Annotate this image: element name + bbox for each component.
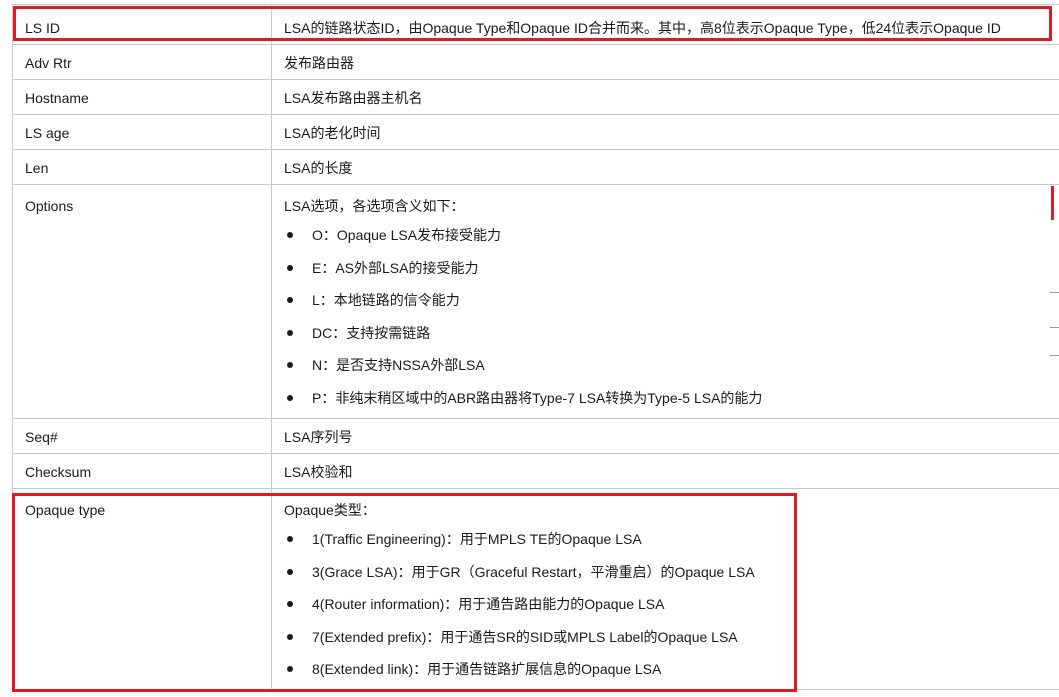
side-tick bbox=[1050, 292, 1059, 293]
table-row: Len LSA的长度 bbox=[12, 149, 1059, 185]
options-list: O：Opaque LSA发布接受能力 E：AS外部LSA的接受能力 L：本地链路… bbox=[284, 219, 1059, 418]
bullet-icon bbox=[287, 232, 293, 238]
field-name: Opaque type bbox=[12, 487, 272, 691]
list-item: DC：支持按需链路 bbox=[284, 317, 1059, 350]
field-name: LS ID bbox=[12, 4, 272, 45]
bullet-icon bbox=[287, 297, 293, 304]
side-tick bbox=[1050, 327, 1059, 328]
list-item-text: 3(Grace LSA)：用于GR（Graceful Restart，平滑重启）… bbox=[312, 563, 755, 580]
table-row: Hostname LSA发布路由器主机名 bbox=[12, 79, 1059, 115]
list-item-text: DC：支持按需链路 bbox=[312, 324, 431, 341]
field-description-table: LS ID LSA的链路状态ID，由Opaque Type和Opaque ID合… bbox=[12, 4, 1059, 691]
list-item: E：AS外部LSA的接受能力 bbox=[284, 252, 1059, 285]
table-row: LS ID LSA的链路状态ID，由Opaque Type和Opaque ID合… bbox=[12, 4, 1059, 45]
table-row: Checksum LSA校验和 bbox=[12, 452, 1059, 489]
field-name: Options bbox=[12, 184, 272, 419]
bullet-icon bbox=[287, 535, 293, 542]
bullet-icon bbox=[287, 666, 293, 673]
opaque-type-list: 1(Traffic Engineering)：用于MPLS TE的Opaque … bbox=[284, 523, 1059, 689]
bullet-icon bbox=[287, 264, 293, 271]
field-description: LSA选项，各选项含义如下： O：Opaque LSA发布接受能力 E：AS外部… bbox=[271, 184, 1059, 419]
field-name: Seq# bbox=[12, 417, 272, 454]
bullet-icon bbox=[287, 633, 293, 640]
field-name: Adv Rtr bbox=[12, 44, 272, 80]
list-item-text: 7(Extended prefix)：用于通告SR的SID或MPLS Label… bbox=[312, 628, 738, 645]
bullet-icon bbox=[287, 362, 293, 369]
list-item: 3(Grace LSA)：用于GR（Graceful Restart，平滑重启）… bbox=[284, 556, 1059, 589]
field-name: Len bbox=[12, 149, 272, 185]
field-name: Checksum bbox=[12, 452, 272, 489]
table-row: Opaque type Opaque类型： 1(Traffic Engineer… bbox=[12, 487, 1059, 691]
list-item-text: P：非纯末稍区域中的ABR路由器将Type-7 LSA转换为Type-5 LSA… bbox=[312, 389, 763, 406]
list-item-text: E：AS外部LSA的接受能力 bbox=[312, 259, 479, 276]
list-item: P：非纯末稍区域中的ABR路由器将Type-7 LSA转换为Type-5 LSA… bbox=[284, 382, 1059, 418]
list-item-text: 8(Extended link)：用于通告链路扩展信息的Opaque LSA bbox=[312, 661, 662, 678]
side-highlight-mark bbox=[1051, 186, 1054, 220]
field-description: LSA序列号 bbox=[271, 417, 1059, 454]
list-item: 8(Extended link)：用于通告链路扩展信息的Opaque LSA bbox=[284, 653, 1059, 688]
list-item-text: L：本地链路的信令能力 bbox=[312, 292, 460, 309]
field-description: LSA发布路由器主机名 bbox=[271, 79, 1059, 115]
field-description: LSA的长度 bbox=[271, 149, 1059, 185]
bullet-icon bbox=[287, 601, 293, 608]
list-item: O：Opaque LSA发布接受能力 bbox=[284, 219, 1059, 252]
bullet-icon bbox=[287, 394, 293, 401]
field-description: 发布路由器 bbox=[271, 44, 1059, 80]
field-description: Opaque类型： 1(Traffic Engineering)：用于MPLS … bbox=[271, 487, 1059, 691]
list-item: 7(Extended prefix)：用于通告SR的SID或MPLS Label… bbox=[284, 621, 1059, 654]
field-description: LSA校验和 bbox=[271, 452, 1059, 489]
table-row: Adv Rtr 发布路由器 bbox=[12, 44, 1059, 80]
table-row: Seq# LSA序列号 bbox=[12, 417, 1059, 454]
list-item-text: N：是否支持NSSA外部LSA bbox=[312, 357, 485, 374]
list-item-text: 1(Traffic Engineering)：用于MPLS TE的Opaque … bbox=[312, 530, 642, 547]
list-item-text: O：Opaque LSA发布接受能力 bbox=[312, 227, 502, 243]
list-item: 4(Router information)：用于通告路由能力的Opaque LS… bbox=[284, 588, 1059, 621]
list-item: 1(Traffic Engineering)：用于MPLS TE的Opaque … bbox=[284, 523, 1059, 556]
list-item: L：本地链路的信令能力 bbox=[284, 284, 1059, 317]
table-row: LS age LSA的老化时间 bbox=[12, 114, 1059, 150]
bullet-icon bbox=[287, 568, 293, 575]
table-row: Options LSA选项，各选项含义如下： O：Opaque LSA发布接受能… bbox=[12, 184, 1059, 419]
field-name: Hostname bbox=[12, 79, 272, 115]
field-description: LSA的老化时间 bbox=[271, 114, 1059, 150]
list-item-text: 4(Router information)：用于通告路由能力的Opaque LS… bbox=[312, 596, 665, 613]
side-tick bbox=[1050, 355, 1059, 356]
description-intro: Opaque类型： bbox=[284, 501, 376, 518]
bullet-icon bbox=[287, 329, 293, 336]
field-description: LSA的链路状态ID，由Opaque Type和Opaque ID合并而来。其中… bbox=[271, 4, 1059, 45]
description-intro: LSA选项，各选项含义如下： bbox=[284, 198, 465, 214]
field-name: LS age bbox=[12, 114, 272, 150]
list-item: N：是否支持NSSA外部LSA bbox=[284, 349, 1059, 382]
